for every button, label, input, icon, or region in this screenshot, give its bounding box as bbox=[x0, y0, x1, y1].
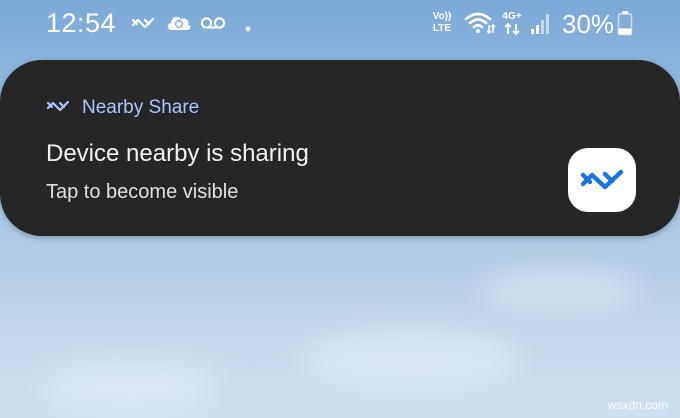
volte-indicator: Vo)) LTE bbox=[427, 12, 457, 34]
notification-header: Nearby Share bbox=[46, 97, 199, 119]
wifi-icon bbox=[464, 10, 496, 41]
watermark-text: wsxdn.com bbox=[607, 398, 668, 412]
nearby-share-small-icon bbox=[46, 98, 70, 119]
notification-app-name: Nearby Share bbox=[82, 97, 200, 118]
dot-icon bbox=[245, 19, 251, 37]
status-bar: 12:54 Vo)) LTE 4G+ 30% bbox=[0, 0, 680, 48]
background-cloud bbox=[40, 360, 220, 410]
volte-label-bottom: LTE bbox=[432, 23, 452, 34]
data-activity-icon bbox=[498, 22, 526, 38]
voicemail-icon bbox=[200, 16, 226, 35]
notification-body: Tap to become visible bbox=[46, 181, 239, 203]
network-type-label: 4G+ bbox=[502, 11, 522, 22]
nearby-share-app-icon bbox=[568, 148, 636, 212]
signal-strength-icon bbox=[529, 12, 553, 41]
clock: 12:54 bbox=[46, 8, 117, 38]
volte-label-top: Vo)) bbox=[432, 11, 452, 22]
battery-percentage: 30% bbox=[562, 9, 615, 39]
nearby-share-icon bbox=[131, 14, 155, 37]
network-type-indicator: 4G+ bbox=[498, 12, 526, 38]
notification-title: Device nearby is sharing bbox=[46, 140, 309, 167]
background-cloud bbox=[300, 330, 520, 390]
background-cloud bbox=[480, 270, 640, 310]
battery-icon bbox=[617, 10, 633, 41]
cloud-sync-icon bbox=[165, 12, 193, 37]
